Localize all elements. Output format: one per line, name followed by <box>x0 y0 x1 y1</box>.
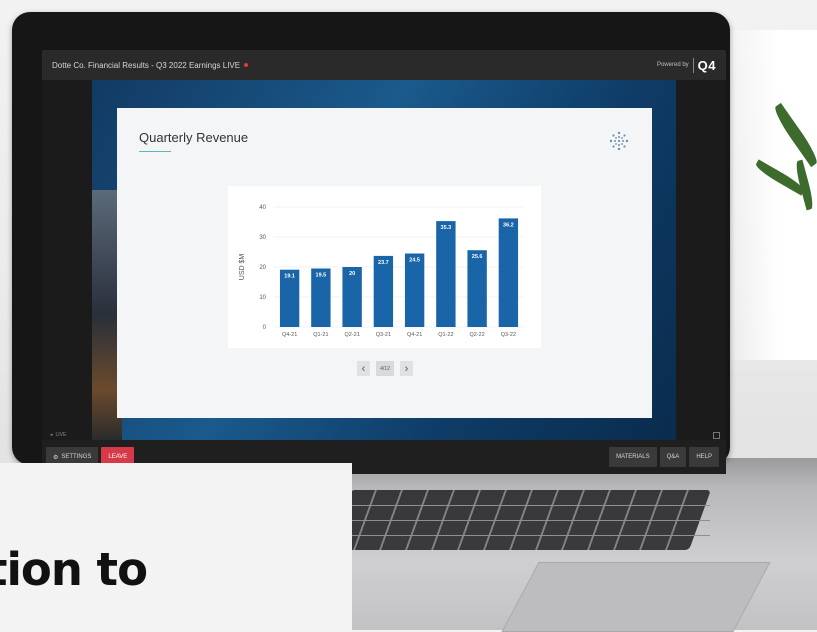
bar-value-label: 25.6 <box>472 254 483 260</box>
settings-label: SETTINGS <box>61 454 92 460</box>
bar <box>404 253 425 327</box>
x-tick-label: Q3-21 <box>376 332 391 338</box>
snowflake-logo-icon <box>609 131 629 151</box>
help-button[interactable]: HELP <box>689 447 719 467</box>
x-tick-label: Q2-21 <box>344 332 359 338</box>
y-tick-label: 40 <box>259 205 266 211</box>
title-underline <box>139 151 171 152</box>
leave-label: LEAVE <box>108 454 128 460</box>
fullscreen-icon[interactable] <box>713 432 720 439</box>
materials-label: MATERIALS <box>616 454 650 460</box>
overlay-card: tion to <box>0 463 352 630</box>
powered-by-label: Powered by <box>656 62 689 68</box>
page-indicator: 4/12 <box>376 361 394 376</box>
bar-value-label: 35.3 <box>441 225 452 231</box>
keyboard-row <box>329 505 711 506</box>
bar-value-label: 23.7 <box>378 260 389 266</box>
help-label: HELP <box>696 454 712 460</box>
y-axis-label: USD $M <box>239 254 246 281</box>
bar-value-label: 19.1 <box>284 274 295 280</box>
bar-value-label: 19.5 <box>316 273 327 279</box>
bar-value-label: 24.5 <box>409 258 420 264</box>
x-tick-label: Q1-22 <box>438 332 453 338</box>
qa-label: Q&A <box>666 454 680 460</box>
bar <box>467 250 487 327</box>
slide-pager: ‹ 4/12 › <box>357 361 413 376</box>
bar-value-label: 20 <box>349 271 355 277</box>
x-tick-label: Q3-22 <box>501 332 516 338</box>
bar <box>373 255 394 327</box>
gear-icon: ⚙ <box>53 454 59 461</box>
presentation-slide: Quarterly Revenue 0 10 20 30 40 USD $M 1… <box>117 108 652 418</box>
presentation-stage: Quarterly Revenue 0 10 20 30 40 USD $M 1… <box>42 80 726 440</box>
powered-by: Powered by Q4 <box>656 57 716 73</box>
live-label: LIVE <box>55 432 67 438</box>
bar <box>498 218 519 327</box>
revenue-bar-chart: 0 10 20 30 40 USD $M 19.1 Q4-21 19.5 Q1-21 20 Q2-21… <box>239 205 524 338</box>
q4-logo: Q4 <box>692 57 716 73</box>
y-tick-label: 30 <box>259 235 266 241</box>
revenue-chart: 0 10 20 30 40 USD $M 19.1 Q4-21 19.5 Q1-21 20 Q2-21… <box>228 186 541 348</box>
event-title: Dotte Co. Financial Results - Q3 2022 Ea… <box>52 60 249 70</box>
event-title-text: Dotte Co. Financial Results - Q3 2022 Ea… <box>52 60 241 70</box>
laptop-trackpad <box>501 562 771 632</box>
x-tick-label: Q4-21 <box>282 332 297 338</box>
chevron-right-icon[interactable]: › <box>400 361 413 376</box>
slide-title: Quarterly Revenue <box>139 130 249 145</box>
webcast-screen: Dotte Co. Financial Results - Q3 2022 Ea… <box>42 50 726 474</box>
keyboard-row <box>329 520 711 521</box>
overlay-heading: tion to <box>0 543 148 596</box>
laptop-lid: Dotte Co. Financial Results - Q3 2022 Ea… <box>12 12 730 474</box>
live-indicator: ◂ LIVE <box>50 432 66 438</box>
live-dot-icon <box>244 63 249 67</box>
y-tick-label: 0 <box>263 325 267 331</box>
bar <box>436 221 456 327</box>
webcast-header: Dotte Co. Financial Results - Q3 2022 Ea… <box>42 50 726 80</box>
volume-icon[interactable]: ◂ <box>50 432 53 438</box>
keyboard-row <box>329 535 711 536</box>
chevron-left-icon[interactable]: ‹ <box>357 361 370 376</box>
x-tick-label: Q4-21 <box>407 332 422 338</box>
y-tick-label: 10 <box>259 295 266 301</box>
bar-value-label: 36.2 <box>503 222 514 228</box>
qa-button[interactable]: Q&A <box>659 447 687 467</box>
x-tick-label: Q2-22 <box>469 332 484 338</box>
x-tick-label: Q1-21 <box>313 332 328 338</box>
y-tick-label: 20 <box>259 265 266 271</box>
materials-button[interactable]: MATERIALS <box>609 447 657 467</box>
